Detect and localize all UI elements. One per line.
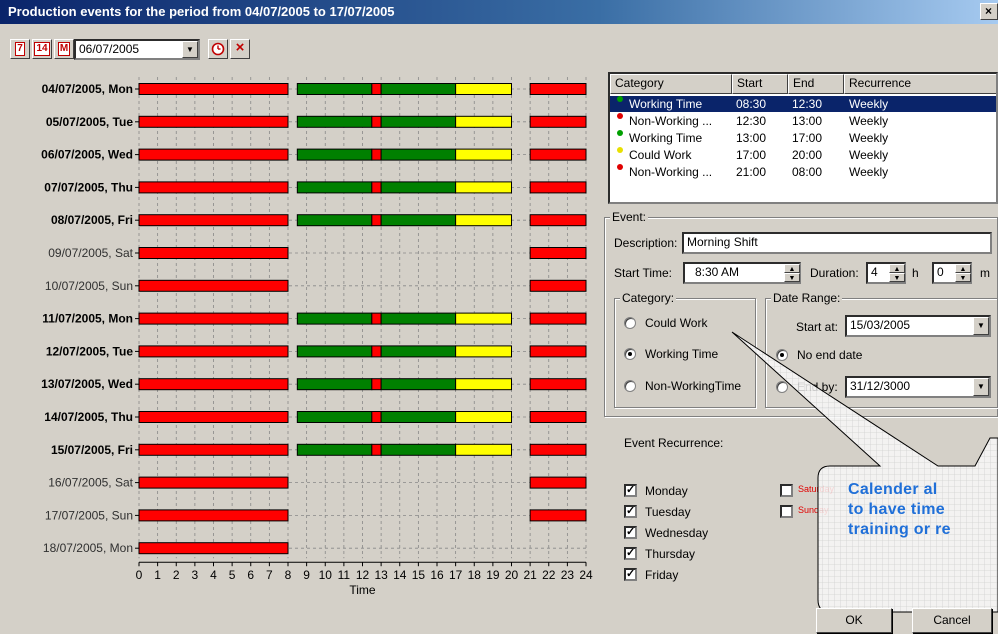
callout-line-3: training or re: [848, 521, 951, 538]
callout-line-1: Calender al: [848, 481, 938, 498]
cancel-button[interactable]: Cancel: [912, 608, 992, 633]
ok-button[interactable]: OK: [816, 608, 892, 633]
callout-line-2: to have time: [848, 501, 945, 518]
callout-text: Calender al to have time training or re: [848, 480, 998, 540]
